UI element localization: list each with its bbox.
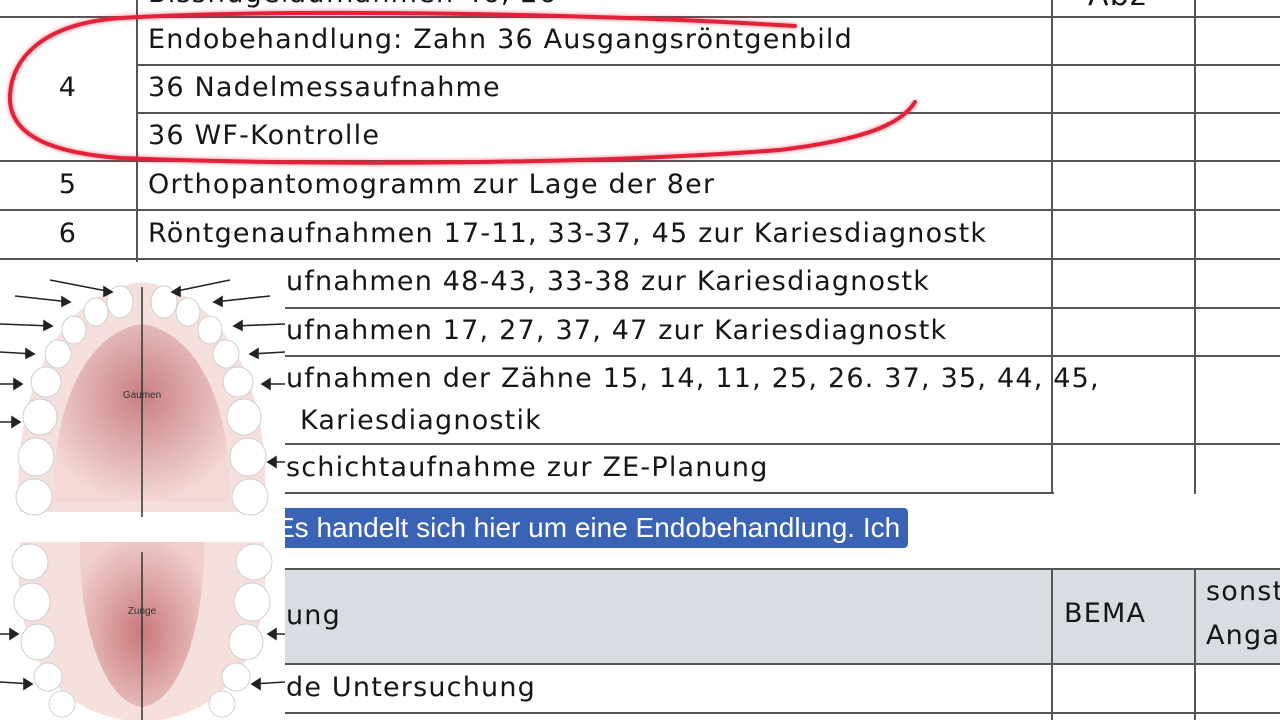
column-divider (1194, 0, 1196, 494)
row-number: 6 (58, 218, 78, 249)
row-number: 4 (58, 72, 78, 103)
row-text: ufnahmen 48-43, 33-38 zur Kariesdiagnost… (286, 266, 931, 297)
partial-row-text: Bissflügelaufnahmen 46, 26 (148, 0, 557, 9)
column-divider (1051, 568, 1053, 720)
oral-cavity-diagram: Gaumen Zunge (0, 262, 285, 720)
row-divider (136, 112, 1280, 114)
row-text: Orthopantomogramm zur Lage der 8er (148, 169, 716, 200)
column-divider (1194, 568, 1196, 720)
column-divider (1051, 0, 1053, 494)
row-text: ufnahmen der Zähne 15, 14, 11, 25, 26. 3… (286, 363, 1100, 394)
row-divider (0, 209, 1280, 211)
row-text: Kariesdiagnostik (300, 405, 543, 436)
row-text: 36 Nadelmessaufnahme (148, 72, 501, 103)
row-text: 36 WF-Kontrolle (148, 120, 381, 151)
video-subtitle: Es handelt sich hier um eine Endobehandl… (268, 508, 909, 548)
header-leistung: ung (286, 600, 341, 631)
row-text: Endobehandlung: Zahn 36 Ausgangsröntgenb… (148, 24, 853, 55)
header-bema: BEMA (1064, 598, 1147, 629)
row-divider (136, 64, 1280, 66)
row-text: Röntgenaufnahmen 17-11, 33-37, 45 zur Ka… (148, 218, 988, 249)
row-divider (0, 16, 1280, 18)
row-divider (0, 160, 1280, 162)
tongue-label: Zunge (128, 606, 157, 617)
row-divider (0, 258, 1280, 260)
row-text: schichtaufnahme zur ZE-Planung (286, 452, 769, 483)
header-sonstige: sonst (1206, 576, 1280, 607)
header-angaben: Anga (1206, 620, 1280, 651)
palate-label: Gaumen (123, 390, 161, 401)
row-text: de Untersuchung (286, 672, 537, 703)
row-text: ufnahmen 17, 27, 37, 47 zur Kariesdiagno… (286, 315, 948, 346)
row-number: 5 (58, 169, 78, 200)
partial-row-right: Abz (1088, 0, 1147, 13)
